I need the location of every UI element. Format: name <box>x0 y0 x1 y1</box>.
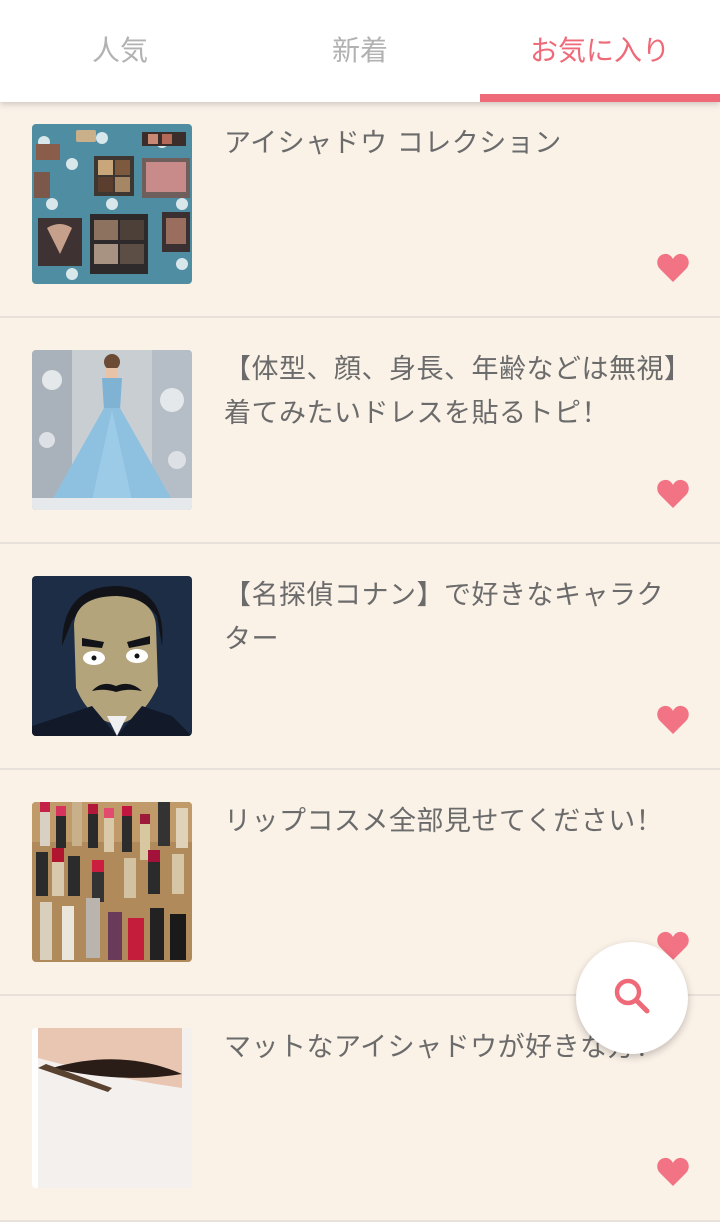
tab-popular[interactable]: 人気 <box>0 0 240 102</box>
topic-title: リップコスメ全部見せてください！ <box>224 806 664 837</box>
tab-bar: 人気 新着 お気に入り <box>0 0 720 102</box>
list-item[interactable]: 【体型、顔、身長、年齢などは無視】着てみたいドレスを貼るトピ！ <box>0 318 720 544</box>
heart-icon[interactable] <box>656 704 690 736</box>
search-button[interactable] <box>576 942 688 1054</box>
thumbnail-lipsticks <box>32 802 192 962</box>
active-tab-indicator <box>480 94 720 102</box>
tab-favorites-label: お気に入り <box>529 34 670 67</box>
topic-list: アイシャドウ コレクション 【体型、顔、身長、年齢などは無視】着てみたいドレスを… <box>0 102 720 1222</box>
thumbnail-anime-character <box>32 576 192 736</box>
topic-title: 【体型、顔、身長、年齢などは無視】着てみたいドレスを貼るトピ！ <box>224 354 678 429</box>
topic-title: アイシャドウ コレクション <box>224 128 562 159</box>
thumbnail-blue-dress <box>32 350 192 510</box>
heart-icon[interactable] <box>656 1156 690 1188</box>
tab-popular-label: 人気 <box>91 34 148 67</box>
tab-new[interactable]: 新着 <box>240 0 480 102</box>
tab-new-label: 新着 <box>331 34 388 67</box>
list-item[interactable]: 【名探偵コナン】で好きなキャラクター <box>0 544 720 770</box>
thumbnail-eyeshadow-palettes <box>32 124 192 284</box>
list-item[interactable]: アイシャドウ コレクション <box>0 102 720 318</box>
heart-icon[interactable] <box>656 252 690 284</box>
thumbnail-eye-makeup <box>32 1028 192 1188</box>
search-icon <box>612 976 652 1020</box>
tab-favorites[interactable]: お気に入り <box>480 0 720 102</box>
topic-title: 【名探偵コナン】で好きなキャラクター <box>224 580 664 655</box>
heart-icon[interactable] <box>656 478 690 510</box>
